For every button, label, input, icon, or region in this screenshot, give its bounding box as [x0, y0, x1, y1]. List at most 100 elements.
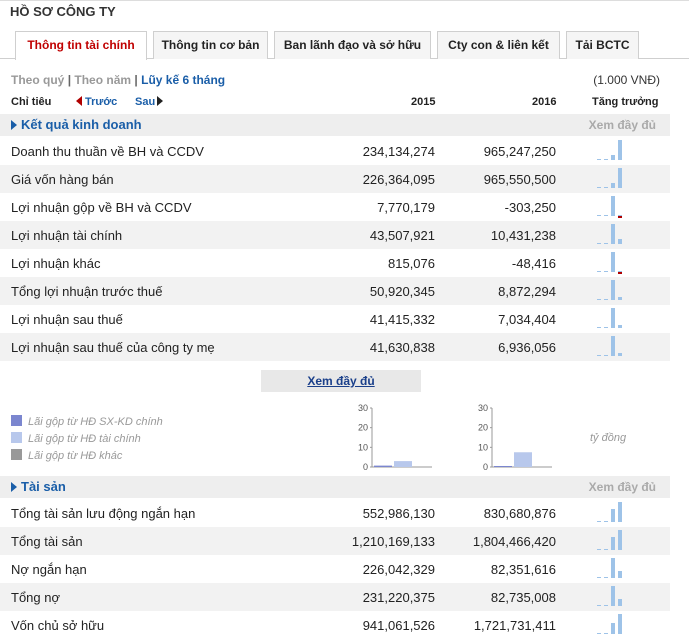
section-title[interactable]: Tài sản [21, 479, 66, 494]
value-2015: 41,630,838 [369, 340, 435, 355]
arrow-left-icon [76, 96, 82, 106]
spark-bar [611, 558, 615, 578]
spark-baseline [604, 271, 608, 272]
spark-baseline [618, 215, 622, 216]
see-all-link[interactable]: Xem đầy đủ [589, 118, 656, 132]
section-header-assets: Tài sản Xem đầy đủ [0, 476, 670, 498]
spark-bar [618, 168, 622, 188]
spark-baseline [604, 299, 608, 300]
growth-sparkline [597, 252, 622, 274]
legend-swatch [11, 432, 22, 443]
value-2015: 226,364,095 [362, 172, 435, 187]
legend-item: Lãi gộp từ HĐ khác [11, 449, 122, 462]
period-filters: Theo quý | Theo năm | Lũy kế 6 tháng [11, 73, 225, 87]
row-label: Tổng tài sản [11, 534, 83, 549]
chart-bar [514, 452, 532, 467]
see-all-link[interactable]: Xem đầy đủ [589, 480, 656, 494]
table-row: Lợi nhuận tài chính 43,507,921 10,431,238 [0, 221, 670, 249]
spark-baseline [604, 187, 608, 188]
y-tick-label: 10 [358, 442, 368, 452]
spark-baseline [604, 633, 608, 634]
spark-baseline [597, 215, 601, 216]
tab-financial-info[interactable]: Thông tin tài chính [15, 31, 147, 60]
spark-baseline [597, 633, 601, 634]
spark-baseline [604, 159, 608, 160]
value-2016: 82,351,616 [490, 562, 556, 577]
growth-sparkline [597, 224, 622, 244]
filter-year[interactable]: Theo năm [74, 73, 131, 87]
value-2015: 552,986,130 [362, 506, 435, 521]
spark-bar [611, 224, 615, 244]
y-tick-label: 30 [358, 403, 368, 413]
chart-bar [494, 466, 512, 467]
table-row: Tổng nợ 231,220,375 82,735,008 [0, 583, 670, 611]
section-arrow-icon [11, 120, 17, 130]
table-row: Lợi nhuận gộp về BH và CCDV 7,770,179 -303… [0, 193, 670, 221]
table-row: Nợ ngắn hạn 226,042,329 82,351,616 [0, 555, 670, 583]
filter-separator: | [67, 73, 72, 87]
prev-period-button[interactable]: Trước [76, 96, 117, 108]
value-2015: 43,507,921 [369, 228, 435, 243]
spark-baseline [597, 577, 601, 578]
section-title[interactable]: Kết quả kinh doanh [21, 117, 142, 132]
chart-bar [394, 461, 412, 467]
growth-sparkline [597, 168, 622, 188]
growth-sparkline [597, 308, 622, 328]
legend-swatch [11, 449, 22, 460]
value-2015: 1,210,169,133 [351, 534, 435, 549]
value-2015: 7,770,179 [377, 200, 435, 215]
year2-header: 2016 [532, 96, 557, 108]
value-2016: 10,431,238 [490, 228, 556, 243]
value-2016: 965,247,250 [483, 144, 556, 159]
spark-bar [611, 537, 615, 550]
table-row: Giá vốn hàng bán 226,364,095 965,550,500 [0, 165, 670, 193]
tab-management-ownership[interactable]: Ban lãnh đạo và sở hữu [274, 31, 431, 59]
top-rule [0, 0, 689, 1]
value-2016: 1,721,731,411 [473, 618, 556, 633]
legend-label: Lãi gộp từ HĐ SX-KD chính [28, 416, 163, 428]
value-2015: 231,220,375 [362, 590, 435, 605]
spark-bar [611, 155, 615, 160]
indicator-header: Chỉ tiêu [11, 96, 52, 108]
mini-bar-chart-2015: 0 10 20 30 [358, 403, 432, 472]
spark-bar [618, 216, 622, 218]
spark-baseline [604, 327, 608, 328]
growth-header: Tăng trưởng [592, 96, 659, 108]
currency-unit: (1.000 VNĐ) [593, 73, 660, 87]
row-label: Tổng tài sản lưu động ngắn hạn [11, 506, 196, 521]
spark-bar [618, 614, 622, 634]
next-period-button[interactable]: Sau [135, 96, 164, 108]
value-2016: -303,250 [504, 200, 556, 215]
row-label: Tổng nợ [11, 590, 60, 605]
table-row: Doanh thu thuần về BH và CCDV 234,134,274… [0, 137, 670, 165]
growth-sparkline [597, 280, 622, 300]
spark-baseline [597, 299, 601, 300]
tab-download-reports[interactable]: Tải BCTC [566, 31, 639, 59]
see-all-button[interactable]: Xem đầy đủ [261, 370, 421, 392]
spark-baseline [597, 521, 601, 522]
spark-baseline [597, 159, 601, 160]
filter-quarter[interactable]: Theo quý [11, 73, 64, 87]
table-row: Tổng tài sản lưu động ngắn hạn 552,986,13… [0, 499, 670, 527]
tab-subsidiaries[interactable]: Cty con & liên kết [437, 31, 560, 59]
spark-bar [611, 509, 615, 522]
spark-bar [618, 272, 622, 274]
table-row: Lợi nhuận sau thuế của công ty mẹ 41,630,… [0, 333, 670, 361]
tab-basic-info[interactable]: Thông tin cơ bản [153, 31, 268, 59]
filter-cumulative[interactable]: Lũy kế 6 tháng [141, 73, 225, 87]
growth-sparkline [597, 530, 622, 550]
row-label: Tổng lợi nhuận trước thuế [11, 284, 163, 299]
spark-baseline [597, 243, 601, 244]
y-tick-label: 0 [363, 462, 368, 472]
spark-bar [618, 325, 622, 328]
growth-sparkline [597, 502, 622, 522]
legend-item: Lãi gộp từ HĐ tài chính [11, 432, 141, 445]
value-2015: 41,415,332 [369, 312, 435, 327]
spark-bar [611, 280, 615, 300]
year1-header: 2015 [411, 96, 436, 108]
spark-baseline [604, 549, 608, 550]
value-2016: 965,550,500 [483, 172, 556, 187]
spark-baseline [618, 271, 622, 272]
value-2016: 8,872,294 [498, 284, 556, 299]
legend-label: Lãi gộp từ HĐ tài chính [28, 433, 141, 445]
